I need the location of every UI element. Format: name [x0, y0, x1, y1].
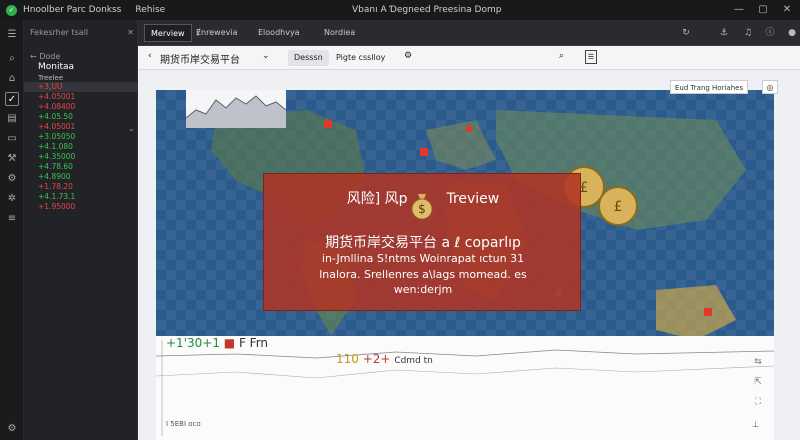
watchlist-item[interactable]: +4.78.60 [24, 162, 138, 172]
map-settings-icon[interactable]: ◎ [762, 80, 778, 94]
anchor-icon[interactable]: ⚓ [718, 27, 730, 39]
sidebar-heading: Monitaa [38, 62, 75, 72]
toolbar: ‹ 期货币岸交易平台 ⌄ Desssn Pigte csslloy ⚙ ⌕ ☰ [138, 46, 800, 70]
expand-icon[interactable]: ⇱ [752, 376, 764, 388]
bell-icon[interactable]: ♫ [742, 27, 754, 39]
bottom-chart [156, 340, 774, 436]
menu-item[interactable]: Rehise [135, 5, 165, 15]
user-icon[interactable]: ● [786, 27, 798, 39]
tab-nordiea[interactable]: Nordiea [318, 24, 361, 42]
bookmark-icon[interactable]: ☰ [585, 50, 597, 64]
chart-tool-icon[interactable]: ⇆ [752, 356, 764, 368]
watchlist-item[interactable]: +1.78.20 [24, 182, 138, 192]
settings-icon[interactable]: ✲ [5, 192, 19, 206]
hamburger-menu-icon[interactable]: ☰ [5, 28, 19, 42]
page-display-tab[interactable]: Pigte csslloy [330, 50, 391, 66]
dashboard-canvas: £ £ 风险] 风p Treview $ 期货币岸交易平台 a ℓ coparl… [138, 70, 800, 440]
design-tab[interactable]: Desssn [288, 50, 329, 66]
app-name: Hnoolber Parc Donkss [23, 5, 122, 15]
back-nav-icon[interactable]: ↻ [680, 27, 692, 39]
modal-title-suffix: Treview [446, 191, 500, 207]
legend-marker-red: ■ [223, 336, 236, 350]
risk-preview-modal: 风险] 风p Treview $ 期货币岸交易平台 a ℓ coparlıp i… [263, 173, 581, 311]
svg-text:$: $ [418, 202, 426, 216]
search-icon[interactable]: ⌕ [559, 51, 564, 61]
wrench-icon[interactable]: ⚒ [5, 152, 19, 166]
legend-value-green: +1'30+1 [166, 336, 220, 350]
home-icon[interactable]: ⌂ [5, 72, 19, 86]
legend-value-yellow: 110 [336, 352, 359, 366]
watchlist-item[interactable]: +4.1.080 [24, 142, 138, 152]
document-icon[interactable]: ▭ [5, 132, 19, 146]
close-button[interactable]: ✕ [780, 3, 794, 17]
minimize-button[interactable]: — [732, 3, 746, 17]
watchlist-item[interactable]: +1.95000 [24, 202, 138, 212]
tab-bloodhvya[interactable]: Eloodhvya [252, 24, 306, 42]
mini-price-chart [186, 90, 286, 128]
legend-label: F Frn [238, 336, 269, 350]
chevron-down-icon[interactable]: ⌄ [128, 124, 135, 133]
watchlist-item[interactable]: +4.8900 [24, 172, 138, 182]
legend-row-2: 110 +2+ Cdmd tn [336, 352, 433, 366]
tab-bar: Merview Ɇnrewevia Eloodhvya Nordiea ↻ ⚓ … [138, 20, 800, 46]
sidebar-subheading: Treelee [38, 74, 64, 82]
modal-title-prefix: 风险] 风p [346, 191, 408, 207]
icon-rail: ☰ ⌕ ⌂ ✓ ▤ ▭ ⚒ ⚙ ✲ ≡ ⚙ [0, 20, 24, 440]
chart-panel: +1'30+1 ■ F Frn 110 +2+ Cdmd tn I 5EBI o… [156, 336, 774, 440]
info-icon[interactable]: ⓘ [764, 27, 776, 39]
check-icon[interactable]: ✓ [5, 92, 19, 106]
watchlist: +3,UU +4.05001 +4.08400 +4.05.50 +4.05001 +3.… [24, 82, 138, 212]
gear-icon[interactable]: ⚙ [404, 51, 412, 61]
modal-line-4: wen:derjm [393, 283, 453, 296]
watchlist-item[interactable]: +4.1.73.1 [24, 192, 138, 202]
back-arrow-icon[interactable]: ‹ [148, 51, 152, 61]
watchlist-item[interactable]: +3.05050 [24, 132, 138, 142]
legend-row-1: +1'30+1 ■ F Frn [166, 336, 268, 350]
legend-value-red: +2+ [362, 352, 391, 366]
watchlist-item[interactable]: +4.05001 [24, 122, 138, 132]
search-icon[interactable]: ⌕ [5, 52, 19, 66]
settings-bottom-icon[interactable]: ⚙ [5, 422, 19, 436]
app-logo-icon: ✓ [6, 4, 17, 16]
gear-icon[interactable]: ⚙ [5, 172, 19, 186]
layers-icon[interactable]: ≡ [5, 212, 19, 226]
watchlist-item[interactable]: +4.08400 [24, 102, 138, 112]
footer-right[interactable]: ⊥ [752, 420, 759, 429]
modal-line-1: 期货币岸交易平台 a ℓ coparlıp [325, 235, 521, 251]
money-bag-icon: $ [411, 194, 433, 220]
close-icon[interactable]: ✕ [127, 28, 134, 37]
page-title: 期货币岸交易平台 [160, 55, 240, 66]
chevron-down-icon[interactable]: ⌄ [262, 51, 270, 61]
world-map: £ £ 风险] 风p Treview $ 期货币岸交易平台 a ℓ coparl… [156, 90, 774, 340]
maximize-button[interactable]: ▢ [756, 3, 770, 17]
watchlist-item[interactable]: +4.35000 [24, 152, 138, 162]
footer-left: I 5EBI oco [166, 420, 201, 428]
sidebar-search-label: Fekesrher tsall [30, 28, 89, 37]
legend-label-2: Cdmd tn [394, 356, 433, 366]
watchlist-item[interactable]: +3,UU [24, 82, 138, 92]
map-control[interactable]: Eud Trang Horiahes [670, 80, 749, 94]
sidebar-nav-back[interactable]: ← Dode [30, 52, 60, 61]
watchlist-item[interactable]: +4.05.50 [24, 112, 138, 122]
svg-text:£: £ [614, 199, 623, 215]
clipboard-icon[interactable]: ▤ [5, 112, 19, 126]
title-bar: ✓ Hnoolber Parc Donkss Rehise Vbanı A Ɗe… [0, 0, 800, 20]
modal-line-2: in-Jmllina S!ntms Woinrapat ıctun 31 [321, 252, 525, 265]
sidebar-search[interactable]: Fekesrher tsall ✕ [30, 28, 134, 42]
watchlist-item[interactable]: +4.05001 [24, 92, 138, 102]
fullscreen-icon[interactable]: ⛶ [752, 396, 764, 408]
window-title: Vbanı A Ɗegneed Preesina Domp [352, 5, 502, 15]
tab-review[interactable]: Ɇnrewevia [190, 24, 243, 42]
tab-overview[interactable]: Merview [144, 24, 192, 42]
sidebar: Fekesrher tsall ✕ ← Dode Monitaa Treelee… [24, 20, 138, 440]
modal-line-3: lnalora. Srellenres a\lags momead. es [319, 268, 527, 281]
